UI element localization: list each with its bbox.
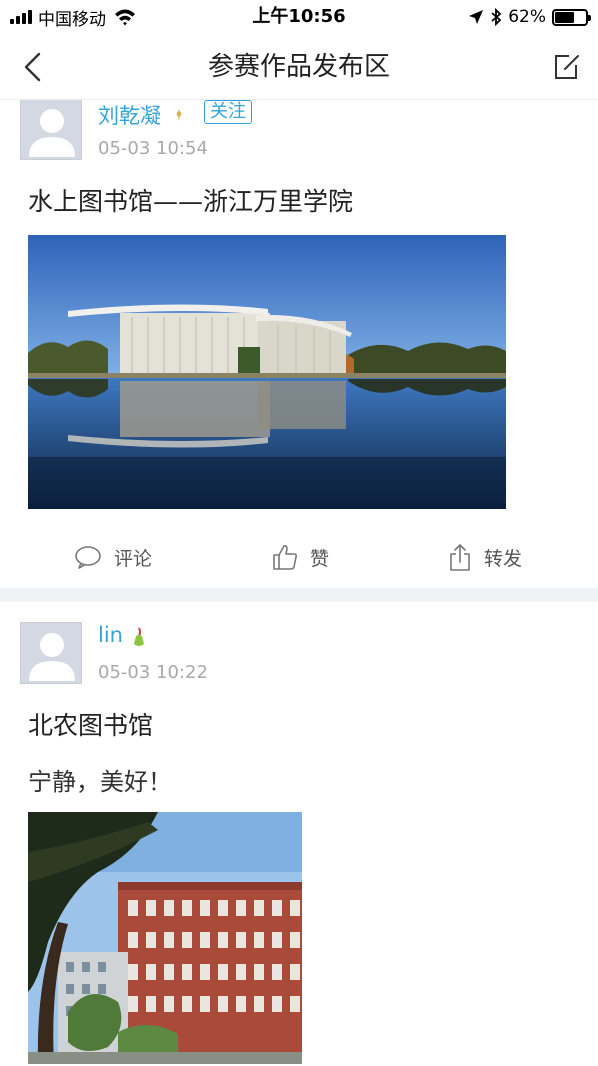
status-right: 62%: [468, 5, 591, 29]
post-photo-lake-library[interactable]: [28, 235, 506, 509]
username[interactable]: lin: [98, 623, 123, 647]
post-photo-library-building[interactable]: [28, 812, 302, 1064]
battery-level-fill: [555, 11, 574, 23]
share-icon: [450, 544, 470, 571]
post-feed[interactable]: 刘乾凝 关注 05-03 10:54 水上图书馆——浙江万里学院 评论 赞 转发…: [0, 100, 598, 1066]
lake-library-image: [28, 235, 506, 509]
like-label: 赞: [310, 547, 330, 570]
like-action[interactable]: 赞: [272, 537, 329, 577]
follow-button[interactable]: 关注: [204, 100, 252, 124]
thumbs-up-icon: [273, 545, 298, 570]
post-timestamp: 05-03 10:22: [98, 662, 208, 683]
avatar[interactable]: [20, 100, 82, 160]
post-text: 宁静，美好！: [28, 768, 172, 796]
bluetooth-icon: [491, 8, 502, 26]
default-avatar-icon: [29, 109, 75, 157]
share-action[interactable]: 转发: [448, 537, 522, 577]
post-actions: 评论 赞 转发: [0, 537, 598, 577]
post-card[interactable]: 刘乾凝 关注 05-03 10:54 水上图书馆——浙江万里学院 评论 赞 转发: [0, 100, 598, 588]
location-arrow-icon: [469, 10, 484, 24]
library-building-image: [28, 812, 302, 1064]
battery-percent: 62%: [508, 7, 546, 27]
username[interactable]: 刘乾凝: [98, 100, 161, 130]
post-timestamp: 05-03 10:54: [98, 138, 208, 159]
comment-label: 评论: [114, 547, 153, 570]
compose-icon[interactable]: [552, 52, 582, 82]
post-separator: [0, 588, 598, 602]
battery-icon: [552, 8, 591, 26]
post-title[interactable]: 水上图书馆——浙江万里学院: [28, 182, 353, 218]
page-title: 参赛作品发布区: [207, 52, 390, 82]
status-bar: 中国移动 上午10:56 62%: [0, 0, 598, 34]
comment-action[interactable]: 评论: [74, 537, 152, 577]
default-avatar-icon: [29, 633, 75, 681]
level-badge-icon: [176, 109, 182, 121]
post-card[interactable]: lin 05-03 10:22 北农图书馆 宁静，美好！: [0, 602, 598, 1066]
post-title[interactable]: 北农图书馆: [28, 706, 153, 742]
avatar[interactable]: [20, 622, 82, 684]
nav-bar: 参赛作品发布区: [0, 34, 598, 100]
share-label: 转发: [484, 547, 523, 570]
comment-icon: [75, 546, 101, 569]
level-badge-icon: [134, 627, 144, 646]
